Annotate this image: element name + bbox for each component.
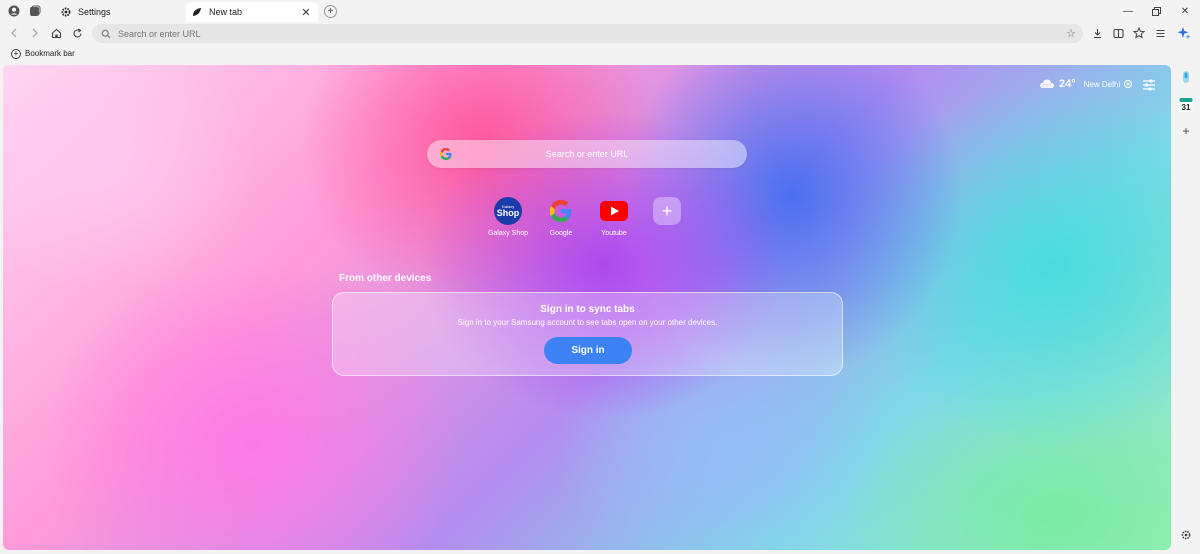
tab-manager-icon[interactable] — [28, 4, 42, 18]
shortcut-google[interactable]: Google — [536, 197, 586, 237]
url-input[interactable] — [118, 28, 1018, 39]
shortcut-label: Youtube — [601, 230, 627, 237]
sign-in-button[interactable]: Sign in — [544, 337, 632, 364]
close-window-icon[interactable]: ✕ — [1178, 4, 1192, 18]
bookmark-bar-label: Bookmark bar — [25, 49, 75, 58]
split-view-icon[interactable] — [1111, 26, 1125, 40]
galaxy-shop-icon: Galaxy Shop — [494, 197, 522, 225]
side-panel-app-icon[interactable] — [1179, 70, 1193, 84]
add-bookmark-button[interactable]: + Bookmark bar — [11, 48, 75, 59]
shortcut-label: Google — [549, 230, 573, 237]
location-icon — [1124, 80, 1133, 88]
reload-icon[interactable] — [70, 26, 84, 40]
bookmark-star-icon[interactable]: ☆ — [1065, 27, 1077, 40]
search-placeholder: Search or enter URL — [545, 149, 629, 159]
new-tab-button[interactable]: + — [324, 5, 337, 18]
ai-assistant-icon[interactable] — [1177, 26, 1191, 40]
new-tab-page: 24° New Delhi Search or enter URL Galaxy… — [3, 65, 1171, 550]
tab-bar: Settings New tab ✕ + — ✕ — [0, 0, 1200, 23]
add-panel-icon[interactable]: + — [1179, 124, 1193, 138]
tab-label: Settings — [78, 7, 111, 17]
galaxy-tile-big: Shop — [496, 207, 520, 218]
favorites-icon[interactable] — [1132, 26, 1146, 40]
google-icon — [547, 197, 575, 225]
add-circle-icon: + — [11, 48, 21, 59]
add-shortcut-button[interactable]: + — [642, 197, 692, 225]
sync-description: Sign in to your Samsung account to see t… — [457, 318, 718, 327]
toolbar: ☆ — [0, 23, 1200, 44]
close-icon[interactable]: ✕ — [299, 5, 313, 19]
forward-icon[interactable] — [28, 26, 42, 40]
calendar-day: 31 — [1182, 103, 1191, 112]
back-icon[interactable] — [7, 26, 21, 40]
panel-settings-icon[interactable] — [1179, 528, 1193, 542]
home-icon[interactable] — [49, 26, 63, 40]
gear-icon — [60, 6, 72, 18]
devices-heading: From other devices — [339, 273, 432, 284]
tab-new-tab[interactable]: New tab ✕ — [186, 2, 318, 22]
menu-icon[interactable] — [1153, 26, 1167, 40]
newtab-search-box[interactable]: Search or enter URL — [427, 140, 747, 168]
weather-city: New Delhi — [1083, 79, 1121, 89]
weather-temp: 24° — [1059, 78, 1076, 90]
leaf-icon — [191, 6, 203, 18]
sync-card: Sign in to sync tabs Sign in to your Sam… — [332, 292, 843, 376]
calendar-icon[interactable]: 31 — [1179, 97, 1193, 113]
youtube-icon — [600, 197, 628, 225]
shortcut-galaxy-shop[interactable]: Galaxy Shop Galaxy Shop — [483, 197, 533, 237]
side-panel: 31 + — [1172, 65, 1200, 554]
weather-widget[interactable]: 24° New Delhi — [1039, 78, 1133, 90]
shortcut-label: Galaxy Shop — [487, 230, 529, 237]
bookmark-bar: + Bookmark bar — [0, 44, 1200, 63]
restore-icon[interactable] — [1149, 4, 1163, 18]
download-icon[interactable] — [1090, 26, 1104, 40]
shortcut-youtube[interactable]: Youtube — [589, 197, 639, 237]
customize-icon[interactable] — [1142, 78, 1156, 92]
search-icon — [100, 28, 112, 40]
sync-title: Sign in to sync tabs — [540, 304, 635, 315]
plus-icon: + — [653, 197, 681, 225]
minimize-icon[interactable]: — — [1121, 4, 1135, 18]
address-bar[interactable]: ☆ — [92, 24, 1083, 43]
profile-icon[interactable] — [7, 4, 21, 18]
tab-label: New tab — [209, 7, 243, 17]
cloud-icon — [1040, 79, 1054, 88]
tab-settings[interactable]: Settings — [55, 2, 183, 22]
